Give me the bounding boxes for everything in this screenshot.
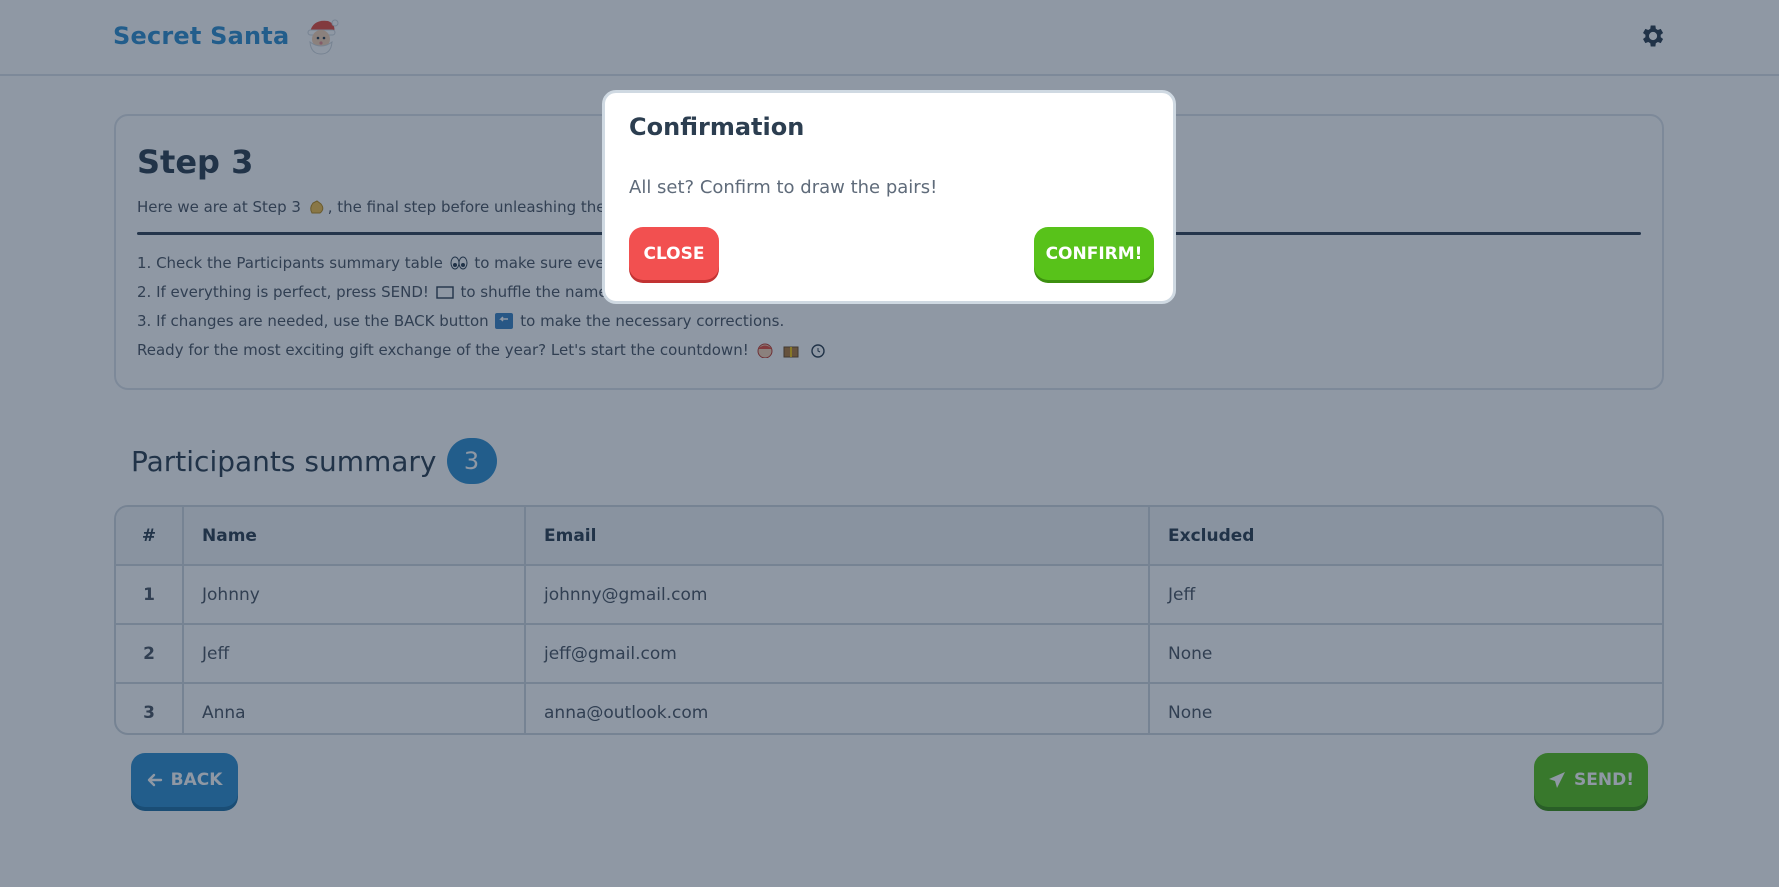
confirm-button[interactable]: CONFIRM! bbox=[1034, 227, 1154, 280]
dialog-title: Confirmation bbox=[629, 113, 805, 141]
close-button[interactable]: CLOSE bbox=[629, 227, 719, 280]
confirmation-dialog: Confirmation All set? Confirm to draw th… bbox=[602, 90, 1176, 304]
dialog-message: All set? Confirm to draw the pairs! bbox=[629, 177, 938, 198]
